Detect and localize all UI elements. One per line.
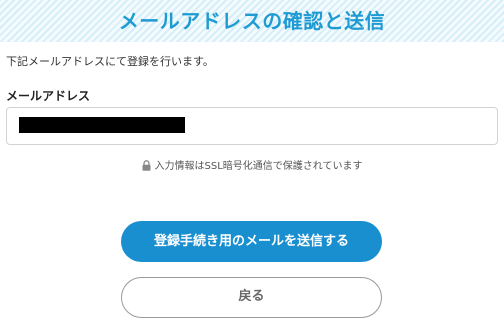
page-title: メールアドレスの確認と送信 (118, 9, 386, 33)
intro-text: 下記メールアドレスにて登録を行います。 (6, 55, 214, 68)
send-registration-email-button[interactable]: 登録手続き用のメールを送信する (121, 221, 382, 262)
email-field-label: メールアドレス (6, 89, 91, 103)
email-display-field (6, 107, 498, 145)
lock-icon (142, 160, 151, 176)
header-banner: メールアドレスの確認と送信 (0, 0, 504, 42)
ssl-notice-text: 入力情報はSSL暗号化通信で保護されています (154, 161, 363, 172)
confirmation-page: メールアドレスの確認と送信 下記メールアドレスにて登録を行います。 メールアドレ… (0, 0, 504, 324)
back-button[interactable]: 戻る (121, 277, 382, 318)
ssl-notice: 入力情報はSSL暗号化通信で保護されています (0, 160, 504, 176)
redacted-email-value (19, 117, 185, 133)
